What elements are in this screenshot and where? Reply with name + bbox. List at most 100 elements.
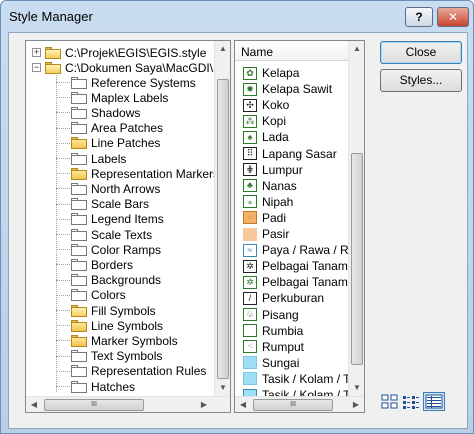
tree-hscroll-thumb[interactable]: III <box>44 399 144 411</box>
symbol-swatch-icon: ✲ <box>243 259 257 273</box>
tree-connector <box>56 310 70 311</box>
help-button[interactable]: ? <box>405 7 433 27</box>
tree-item[interactable]: Borders <box>71 257 133 272</box>
list-item[interactable]: ⁖ Rumput <box>243 339 304 355</box>
list-item[interactable]: ✲ Pelbagai Tanama... <box>243 258 349 274</box>
tree-connector <box>56 218 70 220</box>
list-hscroll-thumb[interactable]: III <box>253 399 333 411</box>
list-item[interactable]: ✲ Pelbagai Tanama... <box>243 274 349 290</box>
tree-item-label: Text Symbols <box>91 349 163 364</box>
symbol-list-panel[interactable]: Name C ✿Kelapa✹Kelapa Sawit✣Koko⁂Kopi♠La… <box>234 40 365 413</box>
tree-item[interactable]: Area Patches <box>71 121 163 136</box>
tree-scroll-thumb[interactable] <box>217 79 229 379</box>
close-window-button[interactable]: ✕ <box>437 7 469 27</box>
list-item[interactable]: ♧ Pisang <box>243 307 299 323</box>
tree-connector <box>56 127 70 129</box>
list-scroll-thumb[interactable] <box>351 153 363 365</box>
tree-item[interactable]: Backgrounds <box>71 273 161 288</box>
list-item-label: Nipah <box>262 194 294 209</box>
style-tree-panel[interactable]: + C:\Projek\EGIS\EGIS.style − C:\Dokumen Sa… <box>25 40 231 413</box>
list-item[interactable]: Rumbia <box>243 323 303 339</box>
list-item[interactable]: ⁂ Kopi <box>243 113 286 129</box>
list-item-label: Kelapa <box>262 66 300 80</box>
tree-item[interactable]: Scale Bars <box>71 197 149 212</box>
folder-filled-icon <box>71 137 87 150</box>
styles-button[interactable]: Styles... <box>380 69 462 92</box>
scroll-down-icon[interactable]: ▼ <box>349 380 364 396</box>
scroll-left-icon[interactable]: ◀ <box>26 397 42 412</box>
list-view-icon[interactable] <box>402 394 420 410</box>
tree-item-label: Line Symbols <box>91 318 164 333</box>
symbol-swatch-icon: ✿ <box>243 66 257 80</box>
list-item[interactable]: ⁘ Padi <box>243 210 286 226</box>
tree-item[interactable]: Text Symbols <box>71 349 162 364</box>
large-icons-view-icon[interactable] <box>381 394 399 410</box>
list-item[interactable]: Pasir <box>243 226 289 242</box>
style-tree: + C:\Projek\EGIS\EGIS.style − C:\Dokumen Sa… <box>26 41 216 397</box>
list-item-label: Sungai <box>262 355 300 370</box>
tree-item[interactable]: Colors <box>71 288 126 303</box>
tree-item-label: Labels <box>91 151 127 166</box>
list-item[interactable]: ⁎ Nipah <box>243 194 293 210</box>
tree-item[interactable]: Fill Symbols <box>71 303 156 318</box>
tree-vertical-scrollbar[interactable]: ▲ ▼ <box>214 41 230 397</box>
list-item-label: Rumbia <box>262 323 304 338</box>
close-button[interactable]: Close <box>380 41 462 64</box>
list-item[interactable]: ✿ Kelapa <box>243 65 299 81</box>
list-item-label: Pelbagai Tanama... <box>262 275 349 290</box>
tree-item[interactable]: Representation Rules <box>71 364 206 379</box>
folder-icon <box>71 213 87 226</box>
symbol-swatch-icon: ♧ <box>243 308 257 321</box>
list-item[interactable]: ✹ Kelapa Sawit <box>243 81 332 97</box>
list-vertical-scrollbar[interactable]: ▲ ▼ <box>348 41 364 397</box>
tree-item[interactable]: Labels <box>71 151 126 166</box>
title-bar: Style Manager ? ✕ <box>1 1 473 31</box>
tree-root-item[interactable]: + C:\Projek\EGIS\EGIS.style <box>32 45 206 60</box>
tree-item[interactable]: Representation Markers <box>71 166 216 181</box>
list-item[interactable]: Tasik / Kolam / T... <box>243 371 349 387</box>
tree-item[interactable]: Marker Symbols <box>71 333 178 348</box>
tree-item[interactable]: Shadows <box>71 105 140 120</box>
tree-item[interactable]: Legend Items <box>71 212 164 227</box>
folder-icon <box>71 228 87 241</box>
scroll-up-icon[interactable]: ▲ <box>215 41 230 57</box>
list-item[interactable]: ♣ Nanas <box>243 178 297 194</box>
expander-icon[interactable]: − <box>32 63 41 72</box>
list-item[interactable]: ⠿ Lapang Sasar <box>243 146 337 162</box>
tree-item[interactable]: Line Patches <box>71 136 160 151</box>
scroll-right-icon[interactable]: ▶ <box>348 397 364 412</box>
tree-item[interactable]: Reference Systems <box>71 75 196 90</box>
folder-icon <box>71 152 87 165</box>
tree-item-label: Color Ramps <box>91 242 162 257</box>
folder-icon <box>71 182 87 195</box>
scroll-left-icon[interactable]: ◀ <box>235 397 251 412</box>
tree-item[interactable]: Line Symbols <box>71 318 163 333</box>
list-item[interactable]: ♠ Lada <box>243 129 289 145</box>
tree-item[interactable]: Scale Texts <box>71 227 152 242</box>
scroll-up-icon[interactable]: ▲ <box>349 41 364 57</box>
list-item[interactable]: ≈ Paya / Rawa / R... <box>243 242 349 258</box>
tree-root-item[interactable]: − C:\Dokumen Saya\MacGDI\Se <box>32 60 216 75</box>
folder-filled-icon <box>71 167 87 180</box>
tree-item[interactable]: Color Ramps <box>71 242 161 257</box>
expander-icon[interactable]: + <box>32 48 41 57</box>
tree-connector <box>56 203 70 205</box>
list-item[interactable]: ⋕ Lumpur <box>243 162 303 178</box>
tree-item[interactable]: Hatches <box>71 379 135 394</box>
list-item[interactable]: / Perkuburan <box>243 290 324 306</box>
tree-horizontal-scrollbar[interactable]: ◀ III ▶ <box>26 396 230 412</box>
tree-item-label: Scale Texts <box>91 227 153 242</box>
folder-icon <box>71 106 87 119</box>
list-item[interactable]: ✣ Koko <box>243 97 289 113</box>
tree-item[interactable]: North Arrows <box>71 181 160 196</box>
tree-item[interactable]: Maplex Labels <box>71 90 168 105</box>
list-item[interactable]: Sungai <box>243 355 299 371</box>
scroll-right-icon[interactable]: ▶ <box>196 397 212 412</box>
symbol-swatch-icon <box>243 324 257 338</box>
list-horizontal-scrollbar[interactable]: ◀ III ▶ <box>235 396 364 412</box>
details-view-icon[interactable] <box>423 392 445 411</box>
symbol-swatch-icon: ✲ <box>243 275 257 289</box>
symbol-swatch-icon: ⁖ <box>243 340 257 354</box>
scroll-down-icon[interactable]: ▼ <box>215 380 230 396</box>
symbol-swatch-icon: ≈ <box>243 243 257 257</box>
